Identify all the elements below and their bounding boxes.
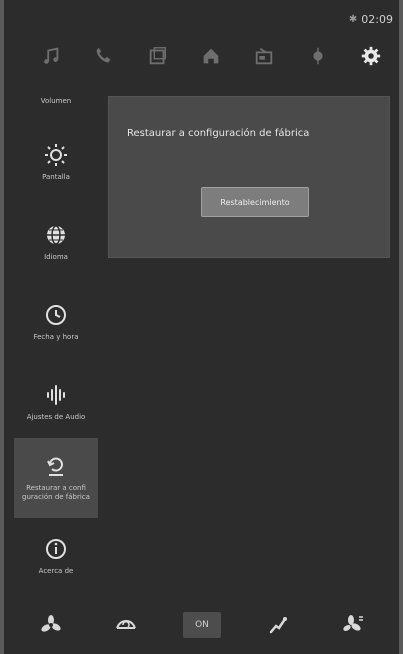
fan-speed-icon[interactable]	[335, 607, 371, 643]
sidebar-item-ajustes-audio[interactable]: Ajustes de Audio	[14, 364, 98, 440]
sidebar-item-fecha-hora[interactable]: Fecha y hora	[14, 284, 98, 360]
sidebar-item-label: Pantalla	[42, 172, 70, 181]
on-button[interactable]: ON	[182, 612, 221, 638]
sidebar-item-restaurar[interactable]: Restaurar a confi guración de fábrica	[14, 438, 98, 518]
factory-reset-panel: Restaurar a configuración de fábrica Res…	[108, 96, 390, 258]
music-icon[interactable]	[36, 41, 66, 71]
factory-reset-icon	[47, 457, 63, 476]
sidebar-item-acerca-de[interactable]: Acerca de	[14, 518, 98, 594]
sidebar-item-label: Restaurar a confi guración de fábrica	[22, 484, 90, 501]
settings-icon[interactable]	[356, 41, 386, 71]
brightness-icon	[45, 143, 67, 166]
apps-icon[interactable]	[143, 41, 173, 71]
audio-wave-icon	[47, 384, 65, 405]
navigation-icon[interactable]	[303, 41, 333, 71]
top-nav-bar	[36, 38, 386, 74]
info-icon	[46, 538, 66, 559]
bottom-climate-bar: ON	[14, 600, 390, 650]
sidebar-item-label: Idioma	[44, 252, 68, 261]
recirculation-icon[interactable]	[108, 607, 144, 643]
sidebar-item-label: Acerca de	[38, 566, 74, 575]
globe-icon	[47, 224, 65, 245]
settings-sidebar: Volumen Pantalla Idioma Fecha y hora Aju…	[14, 86, 98, 596]
sidebar-item-volumen[interactable]: Volumen	[14, 86, 98, 116]
sidebar-item-label: Ajustes de Audio	[26, 412, 86, 421]
fan-icon[interactable]	[33, 607, 69, 643]
status-time: 02:09	[361, 13, 393, 26]
status-bar: ✱ 02:09	[349, 13, 393, 26]
right-bezel	[399, 0, 403, 654]
seat-heat-icon[interactable]	[260, 607, 296, 643]
sidebar-item-pantalla[interactable]: Pantalla	[14, 124, 98, 200]
home-icon[interactable]	[196, 41, 226, 71]
bluetooth-icon: ✱	[348, 14, 358, 25]
sidebar-item-idioma[interactable]: Idioma	[14, 204, 98, 280]
sidebar-item-label: Fecha y hora	[33, 332, 79, 341]
left-bezel	[0, 0, 4, 654]
phone-icon[interactable]	[89, 41, 119, 71]
clock-icon	[46, 304, 66, 325]
panel-title: Restaurar a configuración de fábrica	[127, 128, 310, 139]
radio-icon[interactable]	[249, 41, 279, 71]
reset-button[interactable]: Restablecimiento	[201, 187, 309, 217]
